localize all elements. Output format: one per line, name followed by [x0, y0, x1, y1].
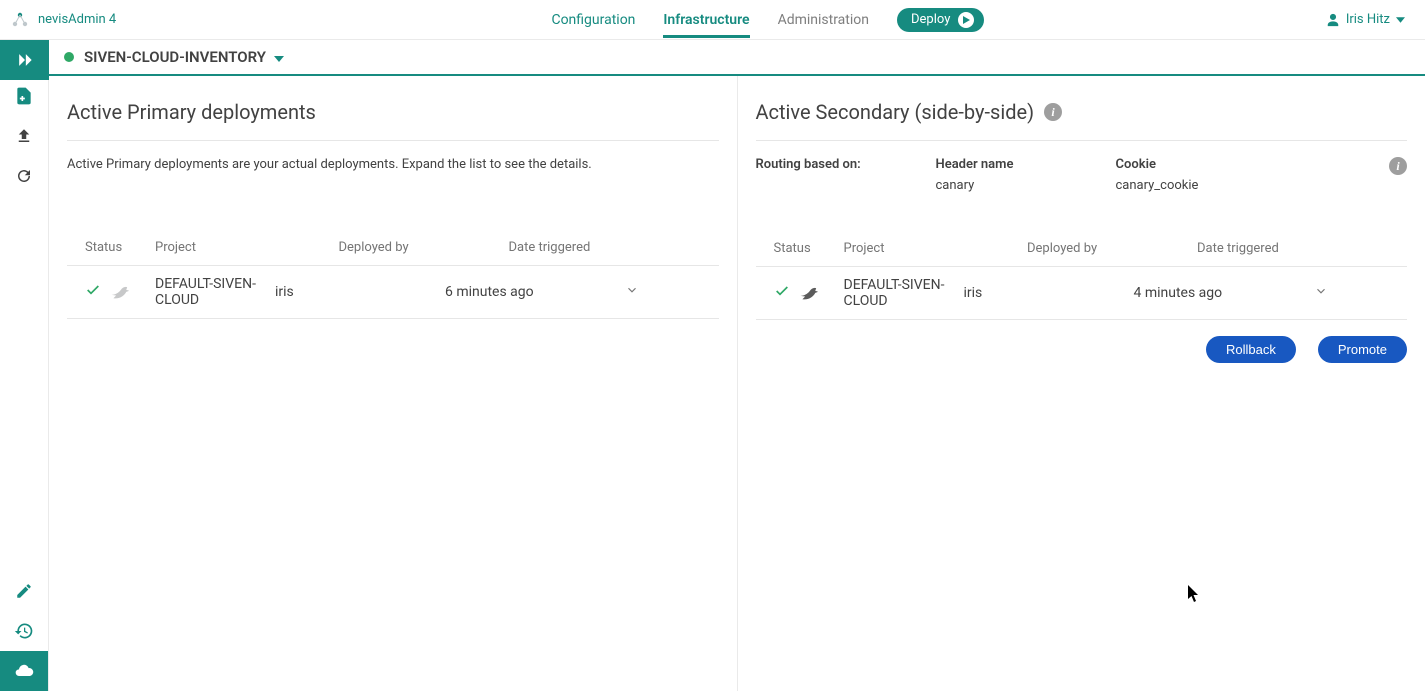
- expand-row[interactable]: [625, 283, 655, 301]
- app-name: nevisAdmin 4: [38, 12, 116, 27]
- divider: [756, 140, 1408, 141]
- primary-description: Active Primary deployments are your actu…: [67, 157, 719, 172]
- sidebar-upload[interactable]: [0, 116, 48, 156]
- user-menu[interactable]: Iris Hitz: [1326, 12, 1405, 27]
- secondary-title-text: Active Secondary (side-by-side): [756, 100, 1035, 124]
- col-status: Status: [85, 240, 155, 255]
- col-date: Date triggered: [509, 240, 689, 255]
- primary-table-head: Status Project Deployed by Date triggere…: [67, 232, 719, 266]
- top-header: nevisAdmin 4 Configuration Infrastructur…: [0, 0, 1425, 40]
- inventory-name: SIVEN-CLOUD-INVENTORY: [84, 48, 266, 66]
- history-icon: [14, 621, 34, 641]
- action-row: Rollback Promote: [756, 336, 1408, 363]
- routing-header-name: Header name canary: [936, 157, 1076, 193]
- primary-panel: Active Primary deployments Active Primar…: [49, 76, 738, 691]
- play-icon: [958, 12, 974, 28]
- divider: [67, 140, 719, 141]
- sidebar-history[interactable]: [0, 611, 48, 651]
- routing-label: Routing based on:: [756, 157, 896, 172]
- sub-header: SIVEN-CLOUD-INVENTORY: [0, 40, 1425, 76]
- col-project: Project: [844, 241, 1028, 256]
- pencil-icon: [15, 582, 33, 600]
- info-icon[interactable]: i: [1044, 103, 1062, 121]
- chevron-down-icon: [274, 48, 284, 66]
- date-cell: 4 minutes ago: [1134, 285, 1314, 301]
- sidebar: [0, 76, 49, 691]
- expand-row[interactable]: [1314, 284, 1344, 302]
- status-cell: [774, 282, 844, 304]
- secondary-table-head: Status Project Deployed by Date triggere…: [756, 233, 1408, 267]
- cookie-value: canary_cookie: [1116, 178, 1256, 193]
- routing-cookie: Cookie canary_cookie: [1116, 157, 1256, 193]
- body: Active Primary deployments Active Primar…: [0, 76, 1425, 691]
- cloud-icon: [14, 661, 34, 681]
- project-cell: DEFAULT-SIVEN-CLOUD: [844, 277, 964, 309]
- user-name: Iris Hitz: [1346, 12, 1390, 27]
- col-project: Project: [155, 240, 339, 255]
- sidebar-expand[interactable]: [0, 40, 49, 80]
- col-date: Date triggered: [1197, 241, 1377, 256]
- nav-configuration[interactable]: Configuration: [551, 2, 635, 38]
- nav-administration[interactable]: Administration: [778, 2, 869, 38]
- table-row[interactable]: DEFAULT-SIVEN-CLOUD iris 4 minutes ago: [756, 267, 1408, 320]
- routing-row: Routing based on: Header name canary Coo…: [756, 157, 1408, 193]
- deploy-button-label: Deploy: [911, 12, 950, 27]
- col-deployed-by: Deployed by: [1027, 241, 1197, 256]
- refresh-icon: [15, 167, 33, 185]
- table-row[interactable]: DEFAULT-SIVEN-CLOUD iris 6 minutes ago: [67, 266, 719, 319]
- nav-center: Configuration Infrastructure Administrat…: [210, 2, 1326, 38]
- status-cell: [85, 281, 155, 303]
- deployed-by-cell: iris: [275, 284, 445, 300]
- check-icon: [85, 282, 101, 302]
- file-plus-icon: [14, 86, 34, 106]
- check-icon: [774, 283, 790, 303]
- nav-infrastructure[interactable]: Infrastructure: [663, 2, 749, 38]
- sidebar-edit[interactable]: [0, 571, 48, 611]
- primary-table: Status Project Deployed by Date triggere…: [67, 232, 719, 319]
- logo-icon: [10, 10, 30, 30]
- deployed-by-cell: iris: [964, 285, 1134, 301]
- rollback-button[interactable]: Rollback: [1206, 336, 1296, 363]
- secondary-panel: Active Secondary (side-by-side) i Routin…: [738, 76, 1425, 691]
- bird-dark-icon: [796, 282, 818, 304]
- bird-light-icon: [107, 281, 129, 303]
- cookie-label: Cookie: [1116, 157, 1256, 172]
- col-deployed-by: Deployed by: [339, 240, 509, 255]
- main: Active Primary deployments Active Primar…: [49, 76, 1425, 691]
- user-icon: [1326, 13, 1340, 27]
- secondary-title: Active Secondary (side-by-side) i: [756, 100, 1408, 124]
- sidebar-refresh[interactable]: [0, 156, 48, 196]
- date-cell: 6 minutes ago: [445, 284, 625, 300]
- project-cell: DEFAULT-SIVEN-CLOUD: [155, 276, 275, 308]
- chevron-down-icon: [625, 283, 639, 297]
- secondary-table: Status Project Deployed by Date triggere…: [756, 233, 1408, 320]
- header-name-value: canary: [936, 178, 1076, 193]
- sidebar-cloud[interactable]: [0, 651, 48, 691]
- info-icon[interactable]: i: [1389, 157, 1407, 175]
- primary-title: Active Primary deployments: [67, 100, 719, 124]
- inventory-selector[interactable]: SIVEN-CLOUD-INVENTORY: [64, 48, 284, 66]
- sidebar-add-file[interactable]: [0, 76, 48, 116]
- upload-icon: [15, 127, 33, 145]
- col-status: Status: [774, 241, 844, 256]
- chevron-down-icon: [1314, 284, 1328, 298]
- header-name-label: Header name: [936, 157, 1076, 172]
- logo-area: nevisAdmin 4: [10, 10, 210, 30]
- deploy-button[interactable]: Deploy: [897, 8, 984, 32]
- chevron-down-icon: [1396, 17, 1405, 23]
- promote-button[interactable]: Promote: [1318, 336, 1407, 363]
- expand-icon: [15, 50, 35, 70]
- status-dot-icon: [64, 52, 74, 62]
